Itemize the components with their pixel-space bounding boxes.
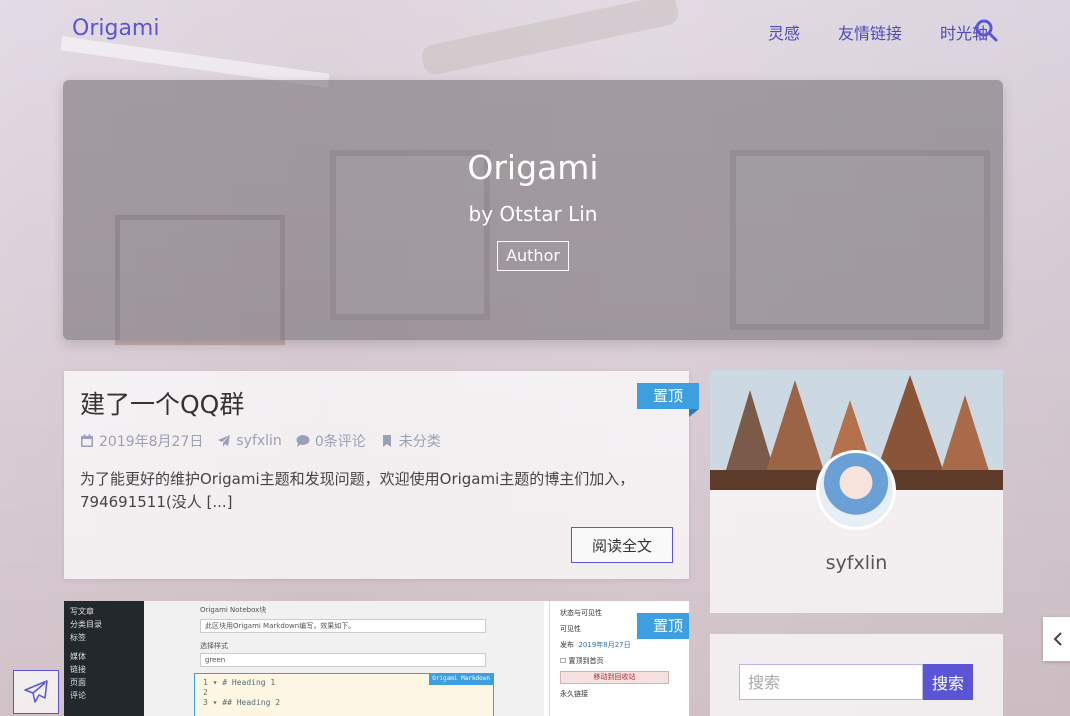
author-badge[interactable]: Author bbox=[497, 241, 569, 271]
panel-trash-button: 移动到回收站 bbox=[560, 671, 669, 684]
read-more-button[interactable]: 阅读全文 bbox=[571, 527, 673, 563]
post-category-text: 未分类 bbox=[398, 434, 441, 450]
post-comments[interactable]: 0条评论 bbox=[296, 431, 366, 451]
list-item: 分类目录 bbox=[70, 620, 102, 629]
sidebar-search: 搜索 bbox=[710, 634, 1003, 716]
paper-plane-icon bbox=[218, 435, 231, 447]
comment-icon bbox=[296, 435, 310, 447]
list-item: 媒体 bbox=[70, 652, 86, 661]
markdown-editor: Origami Markdown 1 ▾ # Heading 1 2 3 ▾ #… bbox=[194, 673, 494, 716]
chevron-left-icon bbox=[1053, 632, 1062, 646]
post-author[interactable]: syfxlin bbox=[217, 433, 282, 449]
panel-publish: 发布 2019年8月27日 bbox=[560, 641, 631, 649]
calendar-icon bbox=[81, 434, 93, 447]
hero-banner: Origami by Otstar Lin Author bbox=[63, 80, 1003, 340]
panel-permalink: 永久链接 bbox=[560, 690, 588, 698]
main-nav: 灵感 友情链接 时光轴 bbox=[768, 20, 988, 44]
panel-sticky: ☐ 置顶到首页 bbox=[560, 657, 604, 665]
list-item: 写文章 bbox=[70, 607, 94, 616]
send-button[interactable] bbox=[13, 670, 59, 714]
wp-admin-sidebar: 写文章 分类目录 标签 媒体 链接 页面 评论 bbox=[64, 601, 144, 716]
search-button[interactable]: 搜索 bbox=[923, 664, 973, 700]
post-excerpt: 为了能更好的维护Origami主题和发现问题，欢迎使用Origami主题的博主们… bbox=[80, 470, 635, 511]
block-input: 此区块用Origami Markdown编写，效果如下。 bbox=[200, 619, 486, 633]
post-category[interactable]: 未分类 bbox=[380, 431, 441, 451]
post-author-text: syfxlin bbox=[236, 433, 282, 449]
editor-line: 3 ▾ ## Heading 2 bbox=[203, 698, 281, 707]
site-brand-link[interactable]: Origami bbox=[72, 16, 159, 41]
post-comments-text: 0条评论 bbox=[314, 434, 366, 450]
bookmark-icon bbox=[382, 435, 391, 447]
nav-item-inspiration[interactable]: 灵感 bbox=[768, 20, 800, 44]
post-title-link[interactable]: 建了一个QQ群 bbox=[80, 385, 244, 421]
search-input[interactable] bbox=[739, 664, 923, 700]
author-card: syfxlin bbox=[710, 370, 1003, 613]
style-select: green bbox=[200, 653, 486, 667]
author-name: syfxlin bbox=[825, 552, 888, 574]
style-label: 选择样式 bbox=[200, 642, 228, 650]
post-card: 建了一个QQ群 置顶 2019年8月27日 syfxlin 0条评论 未分类 为… bbox=[64, 371, 699, 579]
post-card: 写文章 分类目录 标签 媒体 链接 页面 评论 Origami Notebox块… bbox=[64, 601, 689, 716]
sticky-badge: 置顶 bbox=[637, 383, 699, 417]
list-item: 链接 bbox=[70, 665, 86, 674]
nav-item-friend-links[interactable]: 友情链接 bbox=[838, 20, 902, 44]
wp-editor-main: Origami Notebox块 此区块用Origami Markdown编写，… bbox=[144, 601, 544, 716]
post-date-text: 2019年8月27日 bbox=[99, 434, 204, 450]
block-label: Origami Notebox块 bbox=[200, 606, 267, 614]
editor-line: 2 bbox=[203, 688, 208, 697]
banner-subtitle: by Otstar Lin bbox=[468, 202, 598, 226]
editor-mode-label: Origami Markdown bbox=[429, 673, 493, 685]
sticky-badge: 置顶 bbox=[637, 613, 689, 639]
list-item: 标签 bbox=[70, 633, 86, 642]
banner-title: Origami bbox=[467, 148, 599, 187]
search-icon[interactable] bbox=[974, 18, 998, 42]
site-header: Origami 灵感 友情链接 时光轴 bbox=[0, 0, 1070, 62]
sidebar-toggle-button[interactable] bbox=[1043, 617, 1070, 661]
list-item: 页面 bbox=[70, 678, 86, 687]
avatar[interactable] bbox=[816, 450, 896, 530]
paper-plane-icon bbox=[24, 680, 48, 703]
list-item: 评论 bbox=[70, 691, 86, 700]
post-meta: 2019年8月27日 syfxlin 0条评论 未分类 bbox=[80, 431, 449, 451]
post-date: 2019年8月27日 bbox=[80, 431, 203, 451]
